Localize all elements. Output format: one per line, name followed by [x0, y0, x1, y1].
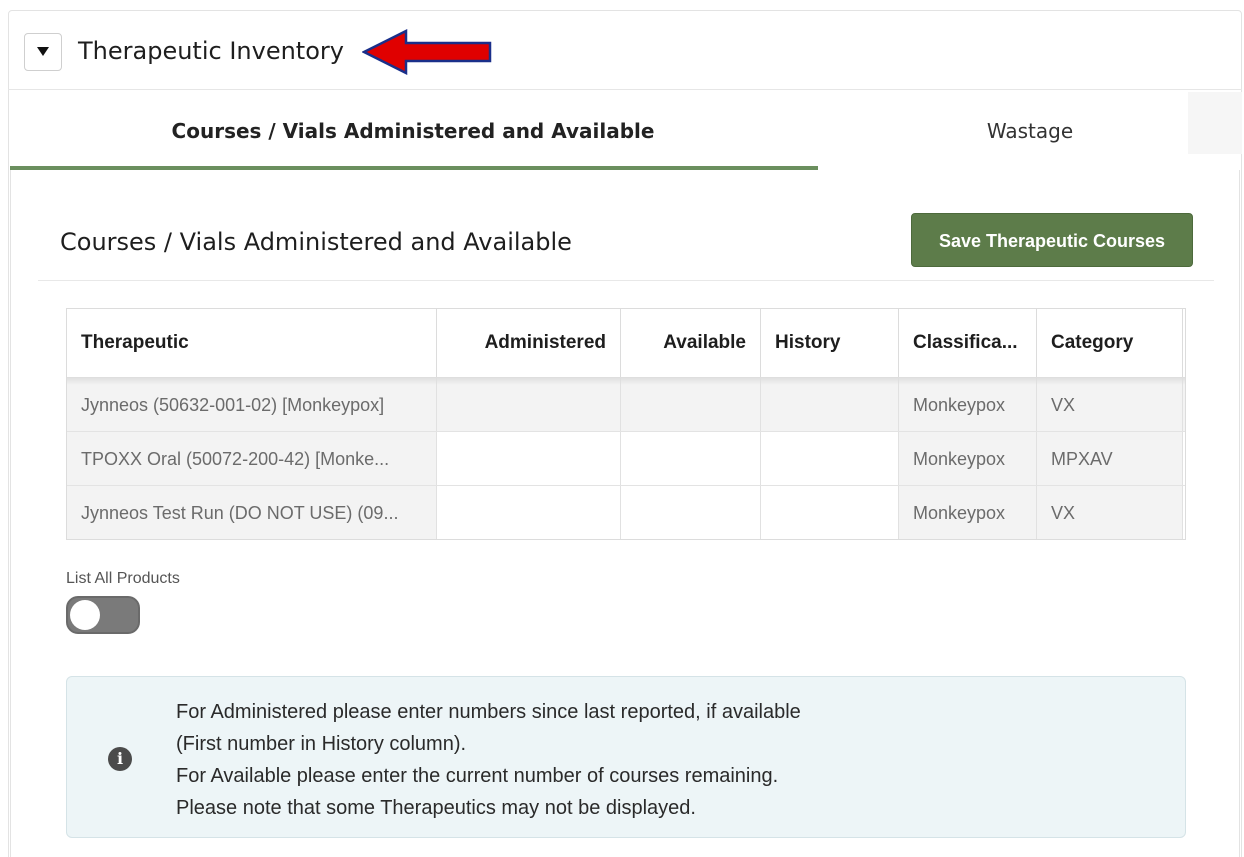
- cell-administered-input[interactable]: [437, 378, 621, 432]
- cell-classification: Monkeypox: [899, 486, 1037, 539]
- tab-bar: Courses / Vials Administered and Availab…: [8, 90, 1242, 170]
- list-all-products-label: List All Products: [66, 570, 180, 587]
- toggle-knob: [70, 600, 100, 630]
- cell-available-input[interactable]: [621, 432, 761, 486]
- cell-category: VX: [1037, 378, 1183, 432]
- cell-therapeutic: Jynneos Test Run (DO NOT USE) (09...: [67, 486, 437, 539]
- info-line: Please note that some Therapeutics may n…: [176, 797, 696, 819]
- info-message: For Administered please enter numbers si…: [176, 696, 801, 824]
- table-row[interactable]: TPOXX Oral (50072-200-42) [Monke... Monk…: [67, 431, 1185, 486]
- table-row[interactable]: Jynneos (50632-001-02) [Monkeypox] Monke…: [67, 377, 1185, 432]
- collapse-toggle-button[interactable]: [24, 33, 62, 71]
- column-header-classification[interactable]: Classifica...: [899, 309, 1037, 377]
- list-all-products-toggle[interactable]: [66, 596, 140, 634]
- annotation-arrow-icon: [362, 29, 492, 75]
- column-header-category[interactable]: Category: [1037, 309, 1183, 377]
- tab-wastage[interactable]: Wastage: [818, 90, 1242, 170]
- column-header-therapeutic[interactable]: Therapeutic: [67, 309, 437, 377]
- cell-category: VX: [1037, 486, 1183, 539]
- tab-bar-scroll-shade: [1188, 92, 1242, 154]
- cell-therapeutic: Jynneos (50632-001-02) [Monkeypox]: [67, 378, 437, 432]
- cell-category: MPXAV: [1037, 432, 1183, 486]
- tab-courses-vials[interactable]: Courses / Vials Administered and Availab…: [8, 90, 818, 170]
- column-header-available[interactable]: Available: [621, 309, 761, 377]
- cell-administered-input[interactable]: [437, 432, 621, 486]
- cell-history[interactable]: [761, 378, 899, 432]
- info-line: For Available please enter the current n…: [176, 765, 779, 787]
- card-divider: [38, 280, 1214, 281]
- grid-header: Therapeutic Administered Available Histo…: [67, 309, 1185, 377]
- info-line: (First number in History column).: [176, 733, 467, 755]
- cell-available-input[interactable]: [621, 378, 761, 432]
- save-therapeutic-courses-button[interactable]: Save Therapeutic Courses: [911, 213, 1193, 267]
- cell-available-input[interactable]: [621, 486, 761, 539]
- cell-history[interactable]: [761, 486, 899, 539]
- column-header-administered[interactable]: Administered: [437, 309, 621, 377]
- cell-classification: Monkeypox: [899, 432, 1037, 486]
- info-line: For Administered please enter numbers si…: [176, 701, 801, 723]
- card-title: Courses / Vials Administered and Availab…: [60, 228, 572, 256]
- cell-history[interactable]: [761, 432, 899, 486]
- caret-down-icon: [37, 47, 49, 56]
- grid-header-shadow: [67, 377, 1185, 385]
- column-header-history[interactable]: History: [761, 309, 899, 377]
- cell-administered-input[interactable]: [437, 486, 621, 539]
- section-title: Therapeutic Inventory: [78, 37, 344, 65]
- cell-therapeutic: TPOXX Oral (50072-200-42) [Monke...: [67, 432, 437, 486]
- info-icon: i: [108, 747, 132, 771]
- cell-classification: Monkeypox: [899, 378, 1037, 432]
- table-row[interactable]: Jynneos Test Run (DO NOT USE) (09... Mon…: [67, 485, 1185, 539]
- therapeutics-grid: Therapeutic Administered Available Histo…: [66, 308, 1186, 540]
